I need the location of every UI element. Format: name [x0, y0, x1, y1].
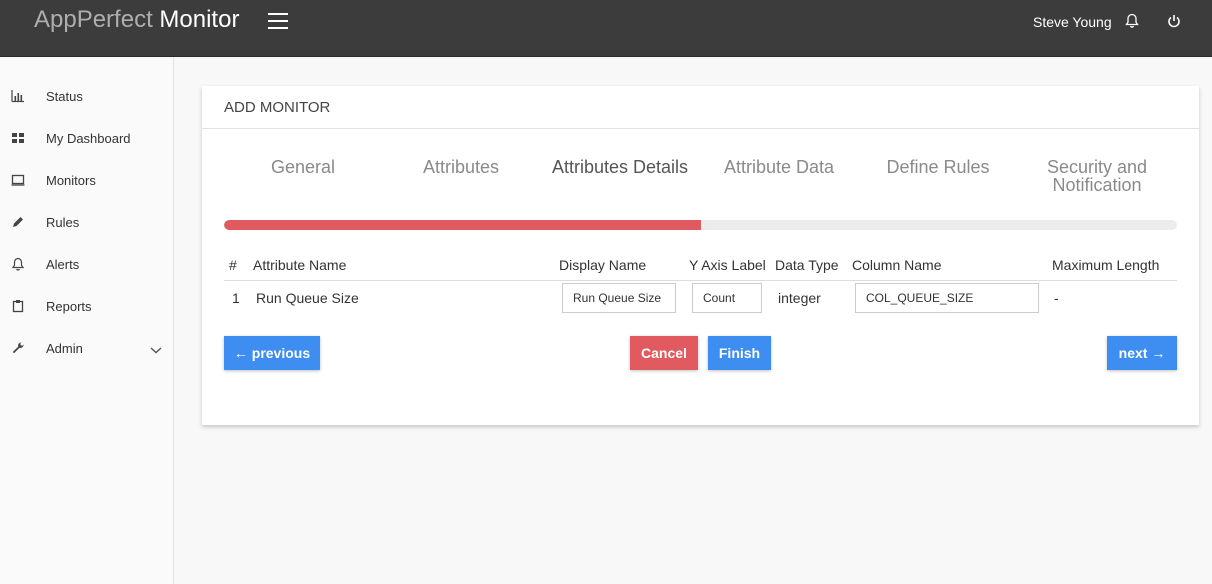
- column-header-column-name: Column Name: [852, 257, 942, 273]
- sidebar-item-monitors[interactable]: Monitors: [0, 162, 173, 198]
- step-security-notification[interactable]: Security and Notification: [1022, 158, 1172, 194]
- card-title: ADD MONITOR: [224, 99, 331, 116]
- step-general[interactable]: General: [228, 158, 378, 176]
- column-header-attribute-name: Attribute Name: [253, 257, 347, 273]
- sidebar-item-rules[interactable]: Rules: [0, 204, 173, 240]
- progress-fill: [224, 220, 701, 230]
- sidebar-item-label: Admin: [46, 341, 83, 356]
- row-maximum-length: -: [1054, 290, 1059, 306]
- previous-button[interactable]: ← previous: [224, 336, 320, 370]
- sidebar-item-label: Reports: [46, 299, 92, 314]
- sidebar-item-label: Status: [46, 89, 83, 104]
- sidebar-item-label: My Dashboard: [46, 131, 131, 146]
- power-icon[interactable]: [1167, 13, 1183, 31]
- sidebar-item-status[interactable]: Status: [0, 78, 173, 114]
- menu-icon[interactable]: [268, 13, 288, 29]
- column-header-y-axis-label: Y Axis Label: [689, 257, 766, 273]
- app-logo[interactable]: AppPerfect Monitor: [34, 6, 239, 34]
- pencil-icon: [11, 215, 25, 229]
- row-attribute-name: Run Queue Size: [256, 290, 359, 306]
- row-data-type: integer: [778, 290, 821, 306]
- step-attributes-details[interactable]: Attributes Details: [545, 158, 695, 176]
- step-attributes[interactable]: Attributes: [386, 158, 536, 176]
- sidebar-item-reports[interactable]: Reports: [0, 288, 173, 324]
- cancel-button[interactable]: Cancel: [630, 336, 698, 370]
- column-header-display-name: Display Name: [559, 257, 647, 273]
- sidebar-item-my-dashboard[interactable]: My Dashboard: [0, 120, 173, 156]
- wrench-icon: [11, 341, 25, 355]
- brand-light: AppPerfect: [34, 6, 153, 33]
- monitor-icon: [11, 173, 25, 187]
- sidebar-item-label: Alerts: [46, 257, 80, 272]
- grid-icon: [11, 131, 25, 145]
- step-attribute-data[interactable]: Attribute Data: [704, 158, 854, 176]
- top-bar: AppPerfect Monitor Steve Young: [0, 0, 1212, 57]
- column-header-index: #: [229, 257, 237, 273]
- finish-button[interactable]: Finish: [708, 336, 771, 370]
- chevron-down-icon[interactable]: [150, 342, 162, 354]
- column-name-input[interactable]: [855, 283, 1039, 313]
- column-header-maximum-length: Maximum Length: [1052, 257, 1160, 273]
- next-button[interactable]: next →: [1107, 336, 1177, 370]
- step-define-rules[interactable]: Define Rules: [863, 158, 1013, 176]
- sidebar-item-alerts[interactable]: Alerts: [0, 246, 173, 282]
- wizard-progress-bar: [224, 220, 1177, 230]
- clipboard-icon: [11, 299, 25, 313]
- row-index: 1: [232, 290, 240, 306]
- sidebar: Status My Dashboard Monitors Rules Alert…: [0, 57, 174, 584]
- bar-chart-icon: [11, 89, 25, 103]
- sidebar-item-admin[interactable]: Admin: [0, 330, 173, 366]
- table-header-divider: [224, 280, 1177, 281]
- y-axis-label-input[interactable]: [692, 283, 762, 313]
- column-header-data-type: Data Type: [775, 257, 839, 273]
- bell-icon: [11, 257, 25, 271]
- bell-icon[interactable]: [1125, 13, 1141, 31]
- sidebar-item-label: Rules: [46, 215, 80, 230]
- brand-bold: Monitor: [159, 6, 240, 33]
- add-monitor-card: ADD MONITOR General Attributes Attribute…: [202, 86, 1199, 425]
- sidebar-item-label: Monitors: [46, 173, 96, 188]
- display-name-input[interactable]: [562, 283, 676, 313]
- card-divider: [202, 128, 1199, 129]
- user-name[interactable]: Steve Young: [1033, 14, 1112, 30]
